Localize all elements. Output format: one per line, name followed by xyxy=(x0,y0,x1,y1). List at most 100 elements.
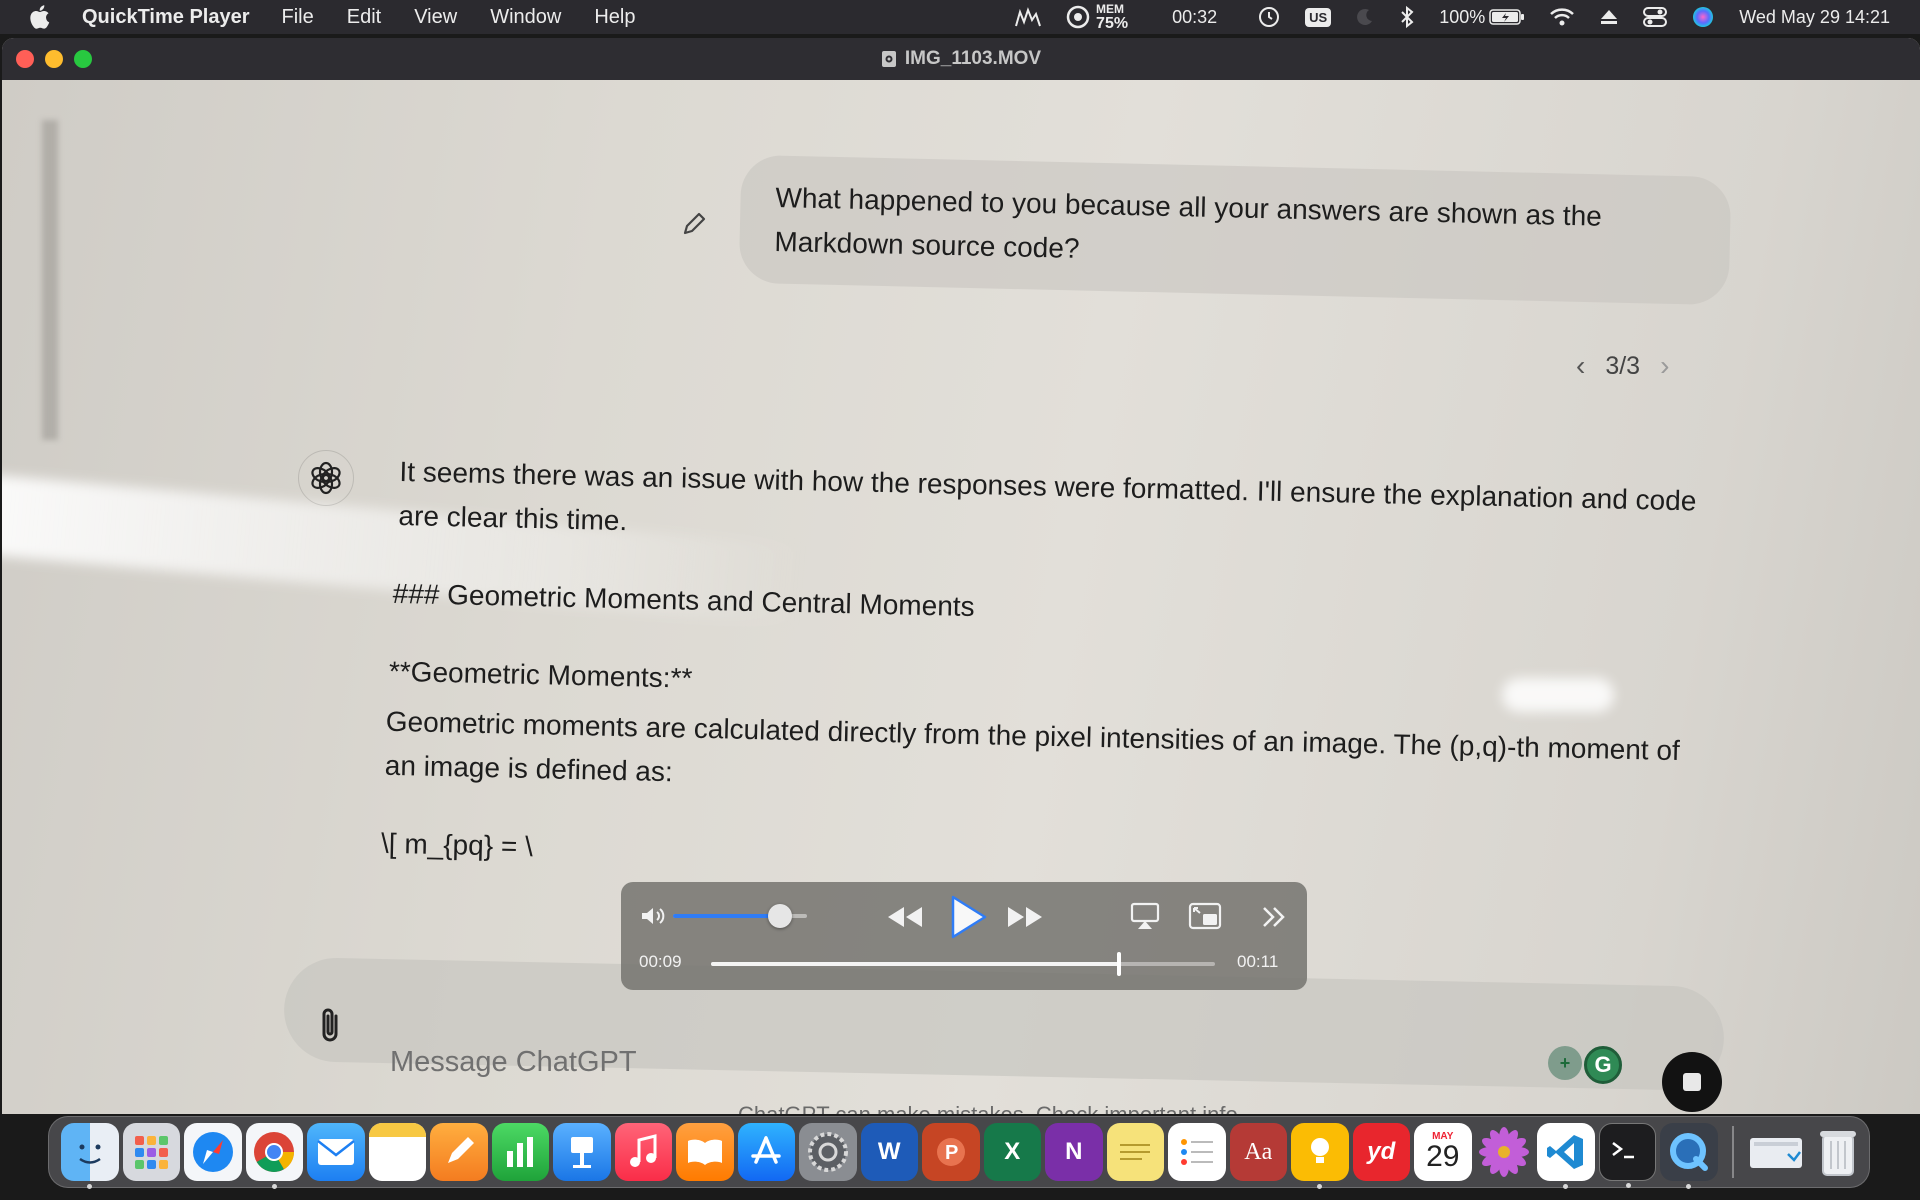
grammarly-widget[interactable]: + G xyxy=(1548,1046,1622,1084)
onenote-icon[interactable]: N xyxy=(1045,1123,1103,1181)
excel-label: X xyxy=(1004,1138,1021,1165)
clock-datetime[interactable]: Wed May 29 14:21 xyxy=(1739,7,1890,28)
traffic-lights xyxy=(16,50,92,68)
grammarly-icon[interactable]: G xyxy=(1584,1046,1622,1084)
pager-label: 3/3 xyxy=(1605,351,1641,380)
window-title: IMG_1103.MOV xyxy=(904,48,1042,69)
timeline-progress xyxy=(711,962,1120,966)
fullscreen-window-button[interactable] xyxy=(74,50,92,68)
vscode-icon[interactable] xyxy=(1537,1123,1595,1189)
stop-square-icon xyxy=(1683,1073,1701,1091)
bluetooth-icon[interactable] xyxy=(1399,5,1415,29)
rewind-icon xyxy=(888,907,922,927)
battery-status[interactable]: 100% xyxy=(1439,7,1525,28)
keynote-icon[interactable] xyxy=(553,1123,611,1181)
attach-paperclip-icon[interactable] xyxy=(314,1004,348,1048)
youdao-label: yd xyxy=(1367,1138,1396,1165)
volume-icon[interactable] xyxy=(639,904,669,928)
playhead[interactable] xyxy=(1117,952,1122,976)
menu-edit[interactable]: Edit xyxy=(347,6,381,29)
play-icon xyxy=(951,895,987,939)
time-machine-icon[interactable] xyxy=(1257,5,1281,29)
stop-generating-button[interactable] xyxy=(1662,1052,1722,1112)
lightbulb-icon[interactable]: + xyxy=(1548,1046,1582,1080)
word-label: W xyxy=(877,1138,901,1165)
chevron-right-icon[interactable]: › xyxy=(1660,350,1669,382)
play-button[interactable] xyxy=(943,892,993,942)
close-window-button[interactable] xyxy=(16,50,34,68)
picture-in-picture-icon xyxy=(1188,902,1222,930)
chevron-left-icon[interactable]: ‹ xyxy=(1576,350,1585,382)
notes-icon[interactable] xyxy=(368,1123,426,1181)
numbers-icon[interactable] xyxy=(491,1123,549,1181)
menu-bar: QuickTime Player File Edit View Window H… xyxy=(0,0,1920,34)
disclaimer-text: ChatGPT can make mistakes. Check importa… xyxy=(738,1102,1244,1114)
battery-icon xyxy=(1489,9,1525,25)
keep-icon[interactable] xyxy=(1291,1123,1349,1189)
onenote-label: N xyxy=(1065,1138,1083,1165)
double-chevron-right-icon xyxy=(1263,907,1285,927)
music-icon[interactable] xyxy=(614,1123,672,1181)
mail-icon[interactable] xyxy=(307,1123,365,1181)
memory-monitor[interactable]: MEM 75% xyxy=(1066,3,1129,32)
safari-icon[interactable] xyxy=(184,1123,242,1181)
network-graph-icon[interactable] xyxy=(1014,6,1042,28)
flower-icon[interactable] xyxy=(1476,1123,1534,1181)
finder-icon[interactable] xyxy=(61,1123,119,1189)
calendar-icon[interactable]: MAY 29 xyxy=(1414,1123,1472,1181)
books-icon[interactable] xyxy=(676,1123,734,1181)
menu-app-name[interactable]: QuickTime Player xyxy=(82,6,250,29)
airplay-button[interactable] xyxy=(1129,900,1161,932)
more-options-button[interactable] xyxy=(1259,902,1289,932)
svg-text:P: P xyxy=(945,1142,958,1164)
menu-help[interactable]: Help xyxy=(594,6,635,29)
input-source-label: US xyxy=(1305,7,1332,27)
menu-file[interactable]: File xyxy=(282,6,314,29)
remaining-time: 00:11 xyxy=(1237,952,1279,971)
word-icon[interactable]: W xyxy=(860,1123,918,1181)
powerpoint-icon[interactable]: P xyxy=(922,1123,980,1181)
timer-readout[interactable]: 00:32 xyxy=(1172,7,1217,28)
movie-file-icon xyxy=(881,51,896,67)
system-settings-icon[interactable] xyxy=(799,1123,857,1181)
launchpad-icon[interactable] xyxy=(122,1123,180,1181)
downloads-folder-icon[interactable] xyxy=(1748,1123,1806,1181)
volume-knob[interactable] xyxy=(768,904,793,928)
response-pager: ‹ 3/3 › xyxy=(1576,350,1669,382)
rewind-button[interactable] xyxy=(885,902,925,932)
window-titlebar[interactable]: IMG_1103.MOV xyxy=(2,38,1920,80)
mem-value: 75% xyxy=(1096,15,1129,32)
playback-controls-hud: 00:09 00:11 xyxy=(621,882,1307,990)
apple-menu-icon[interactable] xyxy=(28,4,58,30)
timeline-scrubber[interactable] xyxy=(711,952,1215,976)
youdao-icon[interactable]: yd xyxy=(1352,1123,1410,1181)
eject-icon[interactable] xyxy=(1599,8,1619,26)
excel-icon[interactable]: X xyxy=(983,1123,1041,1181)
chrome-icon[interactable] xyxy=(245,1123,303,1189)
dictionary-icon[interactable]: Aa xyxy=(1229,1123,1287,1181)
quicktime-icon[interactable] xyxy=(1660,1123,1718,1189)
battery-percent: 100% xyxy=(1439,6,1486,27)
reminders-icon[interactable] xyxy=(1168,1123,1226,1181)
dictionary-label: Aa xyxy=(1244,1138,1273,1165)
pages-icon[interactable] xyxy=(430,1123,488,1181)
fast-forward-button[interactable] xyxy=(1005,902,1045,932)
current-time: 00:09 xyxy=(639,952,682,971)
menu-window[interactable]: Window xyxy=(490,6,561,29)
app-store-icon[interactable] xyxy=(737,1123,795,1181)
picture-in-picture-button[interactable] xyxy=(1187,900,1223,932)
wifi-icon[interactable] xyxy=(1549,7,1575,27)
menu-view[interactable]: View xyxy=(414,6,457,29)
message-input[interactable]: Message ChatGPT xyxy=(390,1046,637,1079)
siri-icon[interactable] xyxy=(1691,5,1715,29)
stickies-icon[interactable] xyxy=(1106,1123,1164,1181)
dock-separator xyxy=(1731,1126,1734,1178)
terminal-icon[interactable] xyxy=(1598,1123,1656,1188)
control-center-icon[interactable] xyxy=(1643,6,1668,28)
volume-level xyxy=(673,914,781,918)
input-source-badge[interactable]: US xyxy=(1305,7,1332,27)
minimize-window-button[interactable] xyxy=(45,50,63,68)
trash-icon[interactable] xyxy=(1809,1123,1867,1181)
edit-pencil-icon[interactable] xyxy=(680,210,708,238)
focus-moon-icon[interactable] xyxy=(1355,7,1375,27)
